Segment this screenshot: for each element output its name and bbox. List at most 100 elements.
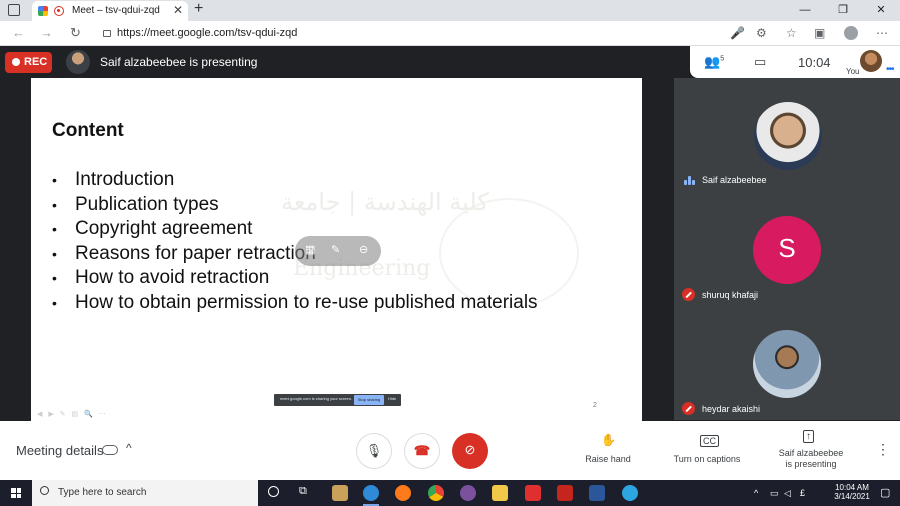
firefox-icon[interactable] (395, 485, 411, 501)
raise-hand-icon[interactable]: ✋ (601, 433, 616, 447)
search-icon (40, 486, 49, 495)
more-options-icon[interactable]: ⋯ (876, 26, 888, 40)
store-icon[interactable] (332, 485, 348, 501)
presenter-avatar (66, 50, 90, 74)
screen-share-notice: meet.google.com is sharing your screen. … (274, 394, 401, 406)
volume-icon[interactable]: ◁ (784, 488, 791, 499)
windows-taskbar: Type here to search ⧉ ^ ▭ ◁ £ 10:04 AM 3/… (0, 480, 900, 506)
meet-top-bar: REC Saif alzabeebee is presenting (0, 46, 690, 78)
slide-bullet: • How to obtain permission to re-use publ… (52, 291, 538, 313)
microphone-permission-icon[interactable]: 🎤 (730, 26, 745, 40)
acrobat-icon[interactable] (525, 485, 541, 501)
site-settings-icon[interactable]: ⚙ (756, 26, 767, 40)
restore-icon[interactable]: ❐ (824, 0, 862, 21)
presenting-status: Saif alzabeebee is presenting (100, 55, 258, 69)
close-tab-icon[interactable]: ✕ (173, 3, 183, 17)
participant-avatar (753, 330, 821, 398)
mic-off-icon (682, 288, 695, 301)
mic-off-icon (682, 402, 695, 415)
forward-icon[interactable]: → (40, 25, 53, 40)
chat-icon[interactable]: ▭ (754, 54, 766, 70)
people-icon[interactable]: 👥5 (704, 54, 724, 70)
slide-title: Content (52, 120, 124, 141)
tab-title: Meet – tsv-qdui-zqd (72, 5, 160, 16)
reload-icon[interactable]: ↻ (70, 25, 81, 41)
chevron-up-icon[interactable]: ^ (126, 441, 132, 455)
slide-number: 2 (593, 402, 597, 409)
rec-badge: REC (5, 52, 52, 73)
browser-tab[interactable]: Meet – tsv-qdui-zqd ✕ (32, 1, 188, 21)
participant-name: heydar akaishi (702, 404, 761, 414)
presented-slide: كلية الهندسة | جامعة Engineering Content… (31, 78, 642, 421)
word-icon[interactable] (589, 485, 605, 501)
task-view-icon[interactable]: ⧉ (299, 485, 307, 498)
participant-name: shuruq khafaji (702, 290, 759, 300)
participant-avatar (754, 102, 822, 170)
stop-sharing-button[interactable]: Stop sharing (354, 395, 384, 405)
collections-icon[interactable]: ▣ (814, 26, 825, 40)
file-explorer-icon[interactable] (492, 485, 508, 501)
participant-name: Saif alzabeebee (702, 175, 767, 185)
more-options-vertical-icon[interactable]: ⋮ (876, 441, 890, 458)
camera-button[interactable]: ⊘ (452, 433, 488, 469)
grid-icon[interactable]: ▦ (305, 243, 315, 256)
participant-tile[interactable]: Saif alzabeebee (674, 78, 900, 192)
new-tab-icon[interactable]: + (194, 0, 203, 18)
self-avatar (860, 50, 882, 72)
microphone-icon: 🎙 (365, 443, 383, 458)
captions-icon[interactable]: CC (700, 435, 719, 447)
minus-circle-icon[interactable]: ⊖ (359, 243, 368, 256)
cortana-icon[interactable] (268, 486, 279, 497)
notifications-icon[interactable]: ▢ (880, 486, 890, 499)
network-icon[interactable]: ▭ (770, 488, 779, 499)
favorites-icon[interactable]: ☆ (786, 26, 797, 40)
address-bar-row: ← → ↻ https://meet.google.com/tsv-qdui-z… (0, 21, 900, 46)
minimize-icon[interactable]: — (786, 0, 824, 21)
participant-avatar: S (753, 216, 821, 284)
windows-start-icon[interactable] (11, 488, 21, 498)
edge-icon[interactable] (363, 485, 379, 506)
chrome-icon[interactable] (428, 485, 444, 501)
slide-bullet: • How to avoid retraction (52, 267, 270, 288)
rec-dot-icon (12, 58, 20, 66)
taskbar-search[interactable]: Type here to search (32, 480, 258, 506)
window-controls: — ❐ ✕ (786, 0, 900, 21)
tab-actions-icon[interactable] (8, 4, 20, 16)
meet-control-bar: Meeting details ^ 🎙 ☎ ⊘ ✋ Raise hand CC … (0, 421, 900, 480)
hide-button[interactable]: Hide (388, 396, 396, 401)
viber-icon[interactable] (460, 485, 476, 501)
tray-chevron-icon[interactable]: ^ (754, 488, 758, 498)
slideshow-controls[interactable]: ◀ ▶ ✎ ▤ 🔍 ⋯ (37, 410, 108, 418)
captions-label[interactable]: Turn on captions (665, 454, 749, 464)
meeting-details-button[interactable]: Meeting details (16, 443, 103, 458)
pen-off-icon[interactable]: ✎ (331, 243, 340, 256)
end-call-icon: ☎ (413, 443, 431, 458)
present-screen-icon[interactable]: ↑ (803, 430, 814, 443)
camera-off-icon: ⊘ (464, 442, 476, 457)
language-icon[interactable]: £ (800, 488, 805, 498)
microphone-button[interactable]: 🎙 (356, 433, 392, 469)
present-label[interactable]: Saif alzabeebee is presenting (768, 448, 854, 470)
pdf-reader-icon[interactable] (557, 485, 573, 501)
speaking-indicator-icon (684, 175, 696, 185)
back-icon[interactable]: ← (12, 25, 25, 40)
taskbar-clock[interactable]: 10:04 AM 3/14/2021 (830, 483, 874, 501)
slide-bullet: • Introduction (52, 169, 175, 190)
details-pill-icon (102, 445, 118, 455)
participant-tile[interactable]: heydar akaishi (674, 306, 900, 420)
participant-tile[interactable]: S shuruq khafaji (674, 192, 900, 306)
self-label: You (846, 67, 860, 76)
slide-bullet: • Publication types (52, 193, 219, 215)
slide-bullet-list: • Introduction • Publication types • Copyri… (52, 168, 538, 315)
profile-avatar[interactable] (844, 26, 858, 40)
self-options-icon[interactable]: ••• (886, 64, 894, 75)
raise-hand-label[interactable]: Raise hand (578, 454, 638, 464)
url-field[interactable]: https://meet.google.com/tsv-qdui-zqd (103, 27, 297, 39)
slide-floating-controls: ▦ ✎ ⊖ (295, 236, 381, 266)
leave-call-button[interactable]: ☎ (404, 433, 440, 469)
close-window-icon[interactable]: ✕ (862, 0, 900, 21)
recording-indicator-icon (54, 6, 64, 16)
meeting-clock: 10:04 (798, 55, 831, 70)
slide-bullet: • Copyright agreement (52, 218, 253, 239)
telegram-icon[interactable] (622, 485, 638, 501)
